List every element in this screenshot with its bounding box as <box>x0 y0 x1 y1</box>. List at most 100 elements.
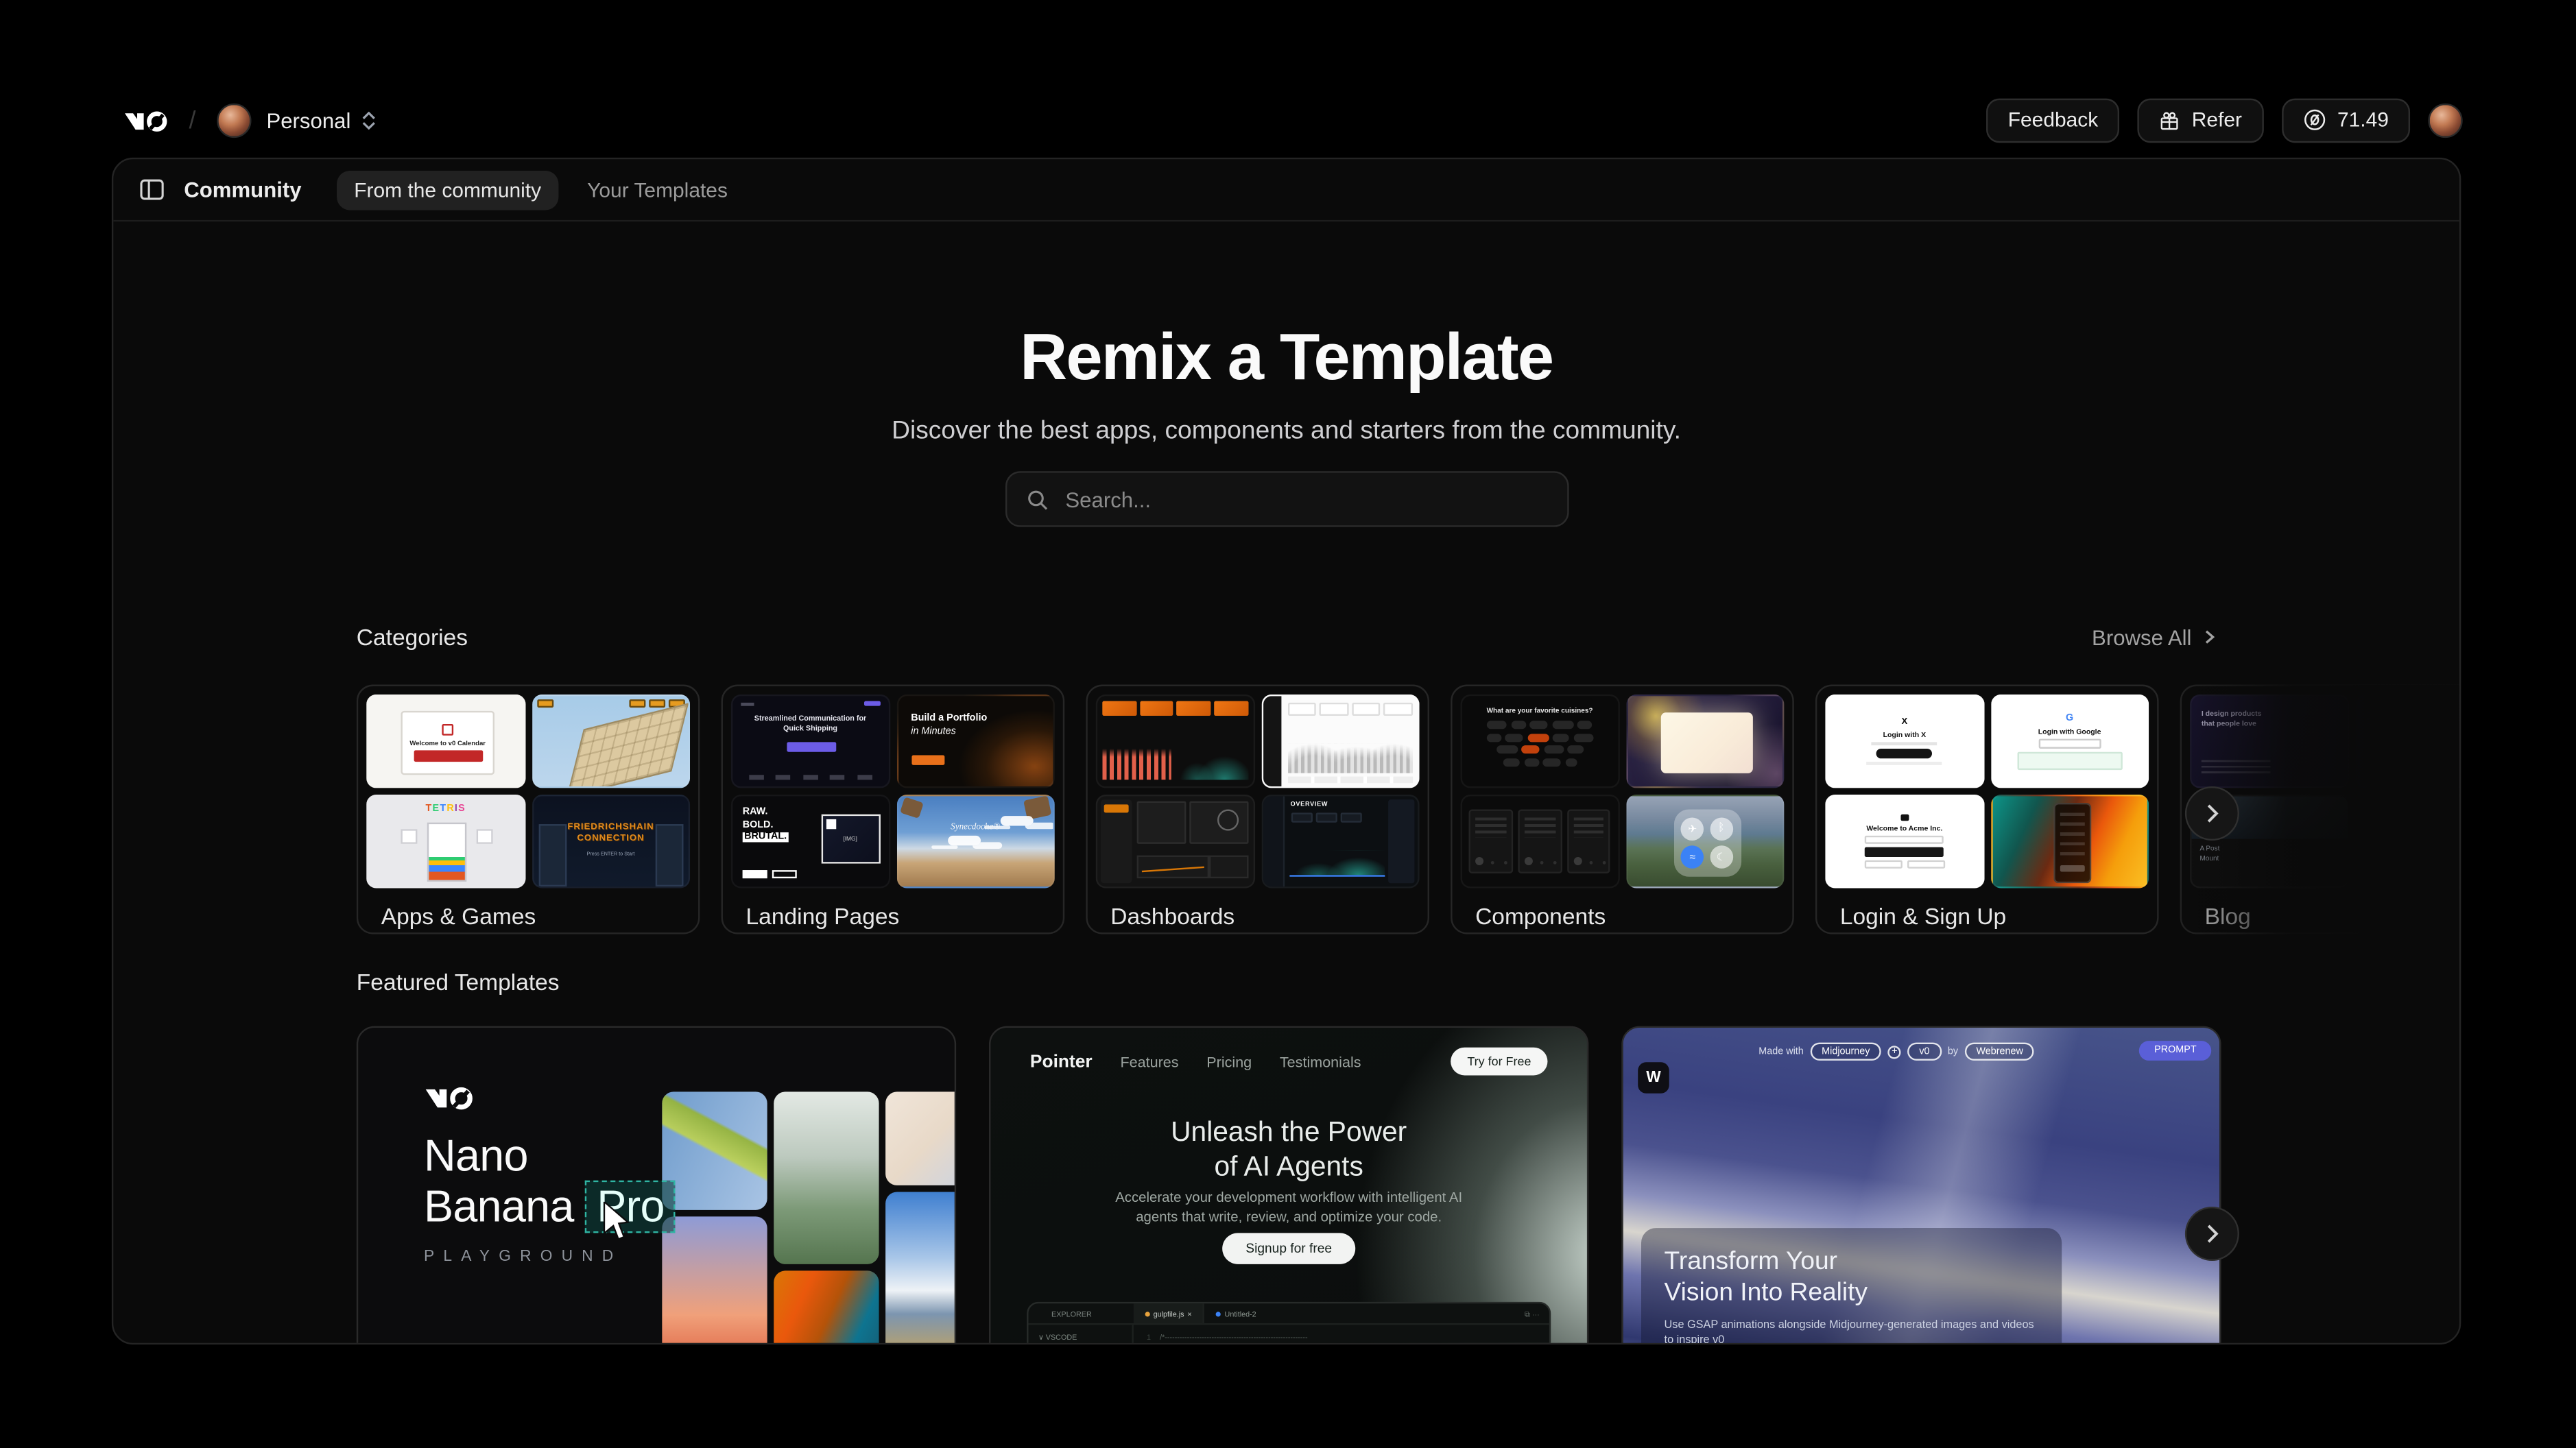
photo-pills <box>885 1091 956 1185</box>
pointer-try-free-button: Try for Free <box>1451 1048 1547 1076</box>
webrenew-logo: W <box>1638 1062 1669 1093</box>
photo-people <box>774 1270 879 1344</box>
category-card-login-signup[interactable]: X Login with X G Login with Google <box>1815 685 2159 934</box>
sidebar-toggle-icon[interactable] <box>140 179 165 200</box>
chevron-right-icon <box>2202 803 2223 824</box>
thumb-text: RAW. BOLD. BRUTAL. <box>743 808 789 845</box>
workspace-switcher-chevrons-icon[interactable] <box>362 111 377 129</box>
thumb-portfolio-landing: Build a Portfolioin Minutes <box>896 695 1055 788</box>
thumb-art <box>2017 751 2122 769</box>
pointer-brand: Pointer <box>1030 1052 1093 1072</box>
thumb-text: OVERVIEW <box>1291 801 1328 808</box>
search-icon <box>1026 488 1047 509</box>
pointer-hero-title: Unleash the Powerof AI Agents <box>990 1115 1587 1184</box>
chevron-right-icon <box>2202 629 2218 645</box>
pointer-nav: Pointer Features Pricing Testimonials Tr… <box>1030 1048 1548 1076</box>
search-box[interactable] <box>1005 471 1569 527</box>
thumb-art <box>2367 712 2436 729</box>
thumb-text: Login with X <box>1883 731 1927 739</box>
category-thumbnails: I design products that people love A Pos… <box>2190 695 2461 889</box>
thumb-light-dashboard <box>1261 695 1419 788</box>
thumb-art <box>1468 810 1512 873</box>
tab-your-templates[interactable]: Your Templates <box>569 170 746 209</box>
thumb-glow-card-component <box>1625 695 1784 788</box>
webrenew-title: Transform YourVision Into Reality <box>1665 1246 2039 1309</box>
categories-next-button[interactable] <box>2185 786 2239 841</box>
refer-button[interactable]: Refer <box>2138 97 2263 142</box>
workspace-avatar[interactable] <box>217 103 252 137</box>
thumb-text: Press ENTER to Start <box>533 850 688 857</box>
breadcrumb-separator: / <box>189 106 195 134</box>
badge-v0: v0 <box>1908 1043 1942 1061</box>
workspace-name[interactable]: Personal <box>266 108 350 132</box>
category-card-dashboards[interactable]: OVERVIEW Dashboards <box>1086 685 1429 934</box>
top-bar-actions: Feedback Refer <box>1987 97 2463 142</box>
thumb-art <box>1566 810 1610 873</box>
thumb-art: ✈ ᛒ ≈ ☾ <box>1673 810 1741 877</box>
thumb-brutalist-landing: RAW. BOLD. BRUTAL. [IMG] <box>731 795 890 888</box>
feedback-button[interactable]: Feedback <box>1987 97 2120 142</box>
thumb-art <box>536 699 685 709</box>
community-panel: Community From the community Your Templa… <box>112 158 2461 1344</box>
featured-card-webrenew[interactable]: Made with Midjourney + v0 by Webrenew PR… <box>1621 1026 2221 1345</box>
gift-icon <box>2159 109 2180 130</box>
thumb-art <box>1287 777 1413 784</box>
thumb-art <box>1137 856 1209 879</box>
badge-webrenew: Webrenew <box>1965 1043 2035 1061</box>
category-card-components[interactable]: What are your favorite cuisines? <box>1451 685 1794 934</box>
thumb-art <box>1208 856 1248 879</box>
thumb-art <box>566 703 688 788</box>
thumb-art <box>1872 742 1937 745</box>
thumb-text: G <box>2066 713 2073 723</box>
thumb-login-with-google: G Login with Google <box>1990 695 2149 788</box>
featured-card-nano-banana-pro[interactable]: Nano BananaPro PLAYGROUND <box>357 1026 956 1345</box>
thumb-art <box>863 701 880 705</box>
nano-title-line1: Nano <box>424 1131 676 1181</box>
editor-body: ∨ VSCODE 〉 build 〉 extensions 1/*-------… <box>1029 1325 1549 1344</box>
chevron-right-icon <box>2202 1223 2223 1244</box>
thumb-art <box>947 836 980 845</box>
thumb-text: Synecdoche® <box>898 823 1053 832</box>
thumb-text: Build a Portfolioin Minutes <box>911 712 987 738</box>
category-thumbnails: Welcome to v0 Calendar <box>366 695 690 889</box>
category-card-landing-pages[interactable]: Streamlined Communication for Quick Ship… <box>721 685 1065 934</box>
thumb-art <box>413 750 482 762</box>
featured-next-button[interactable] <box>2185 1207 2239 1261</box>
featured-card-pointer-ai-agents[interactable]: Pointer Features Pricing Testimonials Tr… <box>989 1026 1588 1345</box>
category-thumbnails: What are your favorite cuisines? <box>1461 695 1785 889</box>
category-label: Dashboards <box>1110 903 1419 929</box>
thumb-art <box>427 823 466 882</box>
photo-mountain-lake <box>885 1192 956 1344</box>
webrenew-text-panel: Transform YourVision Into Reality Use GS… <box>1641 1228 2062 1344</box>
category-label: Login & Sign Up <box>1840 903 2149 929</box>
credits-button[interactable]: 71.49 <box>2282 97 2411 142</box>
featured-carousel: Nano BananaPro PLAYGROUND <box>357 1026 2459 1345</box>
editor-code-area: 1/*-------------------------------------… <box>1134 1325 1386 1344</box>
thumb-art <box>1900 814 1908 821</box>
thumb-art: [IMG] <box>821 814 880 864</box>
category-thumbnails: OVERVIEW <box>1096 695 1420 889</box>
editor-toolbar-icons: ⧉ ⋯ <box>1525 1310 1539 1318</box>
browse-all-label: Browse All <box>2092 625 2191 649</box>
pointer-cta-row: Signup for free <box>990 1231 1587 1264</box>
category-label: Blog <box>2205 903 2461 929</box>
airplane-icon: ✈ <box>1681 817 1704 841</box>
thumb-desert-landing: Synecdoche® <box>896 795 1055 888</box>
v0-logo-icon[interactable] <box>123 108 168 132</box>
thumb-art <box>401 829 417 844</box>
thumb-gradient-mobile-login <box>1990 795 2149 888</box>
user-avatar[interactable] <box>2428 103 2462 137</box>
thumb-calendar-app: Welcome to v0 Calendar <box>366 695 525 788</box>
thumb-art <box>1388 799 1414 883</box>
thumb-art: Welcome to v0 Calendar <box>401 711 494 775</box>
categories-carousel: Welcome to v0 Calendar <box>357 685 2461 934</box>
browse-all-link[interactable]: Browse All <box>2092 625 2218 649</box>
pointer-code-editor: EXPLORER gulpfile.js× Untitled-2 ⧉ ⋯ ∨ V… <box>1027 1302 1551 1344</box>
by-label: by <box>1948 1047 1958 1057</box>
made-with-label: Made with <box>1758 1047 1804 1057</box>
search-input[interactable] <box>1062 485 1547 514</box>
category-card-apps-games[interactable]: Welcome to v0 Calendar <box>357 685 700 934</box>
thumb-art <box>1518 810 1562 873</box>
tab-from-the-community[interactable]: From the community <box>336 170 560 209</box>
thumb-art <box>2053 803 2090 883</box>
